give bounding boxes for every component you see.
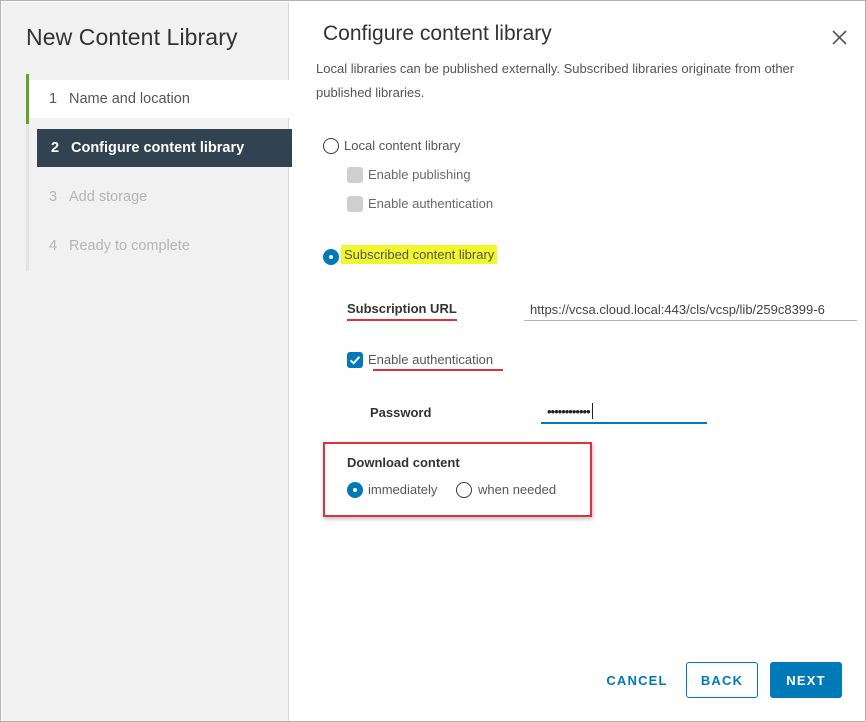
step-number: 4 bbox=[49, 238, 58, 254]
step-label: Ready to complete bbox=[69, 238, 190, 254]
step-label: Name and location bbox=[69, 91, 190, 107]
step-ready-to-complete: 4 Ready to complete bbox=[29, 227, 289, 265]
next-button[interactable]: NEXT bbox=[770, 662, 842, 698]
annotation-highlight-box bbox=[323, 442, 592, 517]
enable-publishing-checkbox[interactable] bbox=[347, 167, 363, 183]
local-enable-authentication-label: Enable authentication bbox=[368, 196, 494, 211]
password-input[interactable]: •••••••••••• bbox=[541, 400, 707, 424]
wizard-steps: 1 Name and location 2 Configure content … bbox=[26, 74, 292, 271]
annotation-underline bbox=[347, 319, 457, 321]
subscription-url-label: Subscription URL bbox=[347, 301, 457, 316]
local-library-radio[interactable] bbox=[323, 138, 339, 154]
step-configure-content-library[interactable]: 2 Configure content library bbox=[37, 129, 292, 167]
subscribed-library-radio[interactable] bbox=[323, 249, 339, 265]
back-button[interactable]: BACK bbox=[686, 662, 758, 698]
subscribed-library-label-wrap: Subscribed content library bbox=[341, 245, 498, 264]
wizard-sidebar: New Content Library 1 Name and location … bbox=[2, 2, 292, 721]
close-icon[interactable] bbox=[830, 28, 850, 48]
page-title: Configure content library bbox=[323, 22, 552, 45]
subscribed-library-label: Subscribed content library bbox=[341, 245, 498, 264]
enable-publishing-label: Enable publishing bbox=[368, 167, 471, 182]
step-label: Add storage bbox=[69, 189, 148, 205]
subscription-url-input[interactable]: https://vcsa.cloud.local:443/cls/vcsp/li… bbox=[524, 297, 857, 321]
subscribed-enable-authentication-label: Enable authentication bbox=[368, 352, 494, 367]
step-number: 3 bbox=[49, 189, 58, 205]
annotation-underline bbox=[373, 369, 503, 371]
step-number: 1 bbox=[49, 91, 58, 107]
cancel-button[interactable]: CANCEL bbox=[601, 662, 673, 698]
password-label: Password bbox=[370, 405, 432, 420]
subscribed-enable-authentication-checkbox[interactable] bbox=[347, 352, 363, 368]
step-number: 2 bbox=[51, 140, 60, 156]
step-name-and-location[interactable]: 1 Name and location bbox=[26, 74, 289, 124]
download-when-needed-radio[interactable] bbox=[456, 482, 472, 498]
new-content-library-dialog: New Content Library 1 Name and location … bbox=[0, 0, 866, 722]
download-when-needed-label: when needed bbox=[478, 482, 557, 497]
checkmark-icon bbox=[349, 356, 361, 365]
download-content-label: Download content bbox=[347, 455, 460, 470]
wizard-title: New Content Library bbox=[26, 24, 238, 50]
page-description: Local libraries can be published externa… bbox=[316, 61, 795, 100]
step-add-storage: 3 Add storage bbox=[29, 178, 289, 216]
download-immediately-radio[interactable] bbox=[347, 482, 363, 498]
step-label: Configure content library bbox=[71, 140, 245, 156]
text-caret bbox=[591, 403, 593, 419]
download-immediately-label: immediately bbox=[368, 482, 438, 497]
local-library-label: Local content library bbox=[344, 138, 461, 153]
local-enable-authentication-checkbox[interactable] bbox=[347, 196, 363, 212]
password-value: •••••••••••• bbox=[547, 404, 591, 419]
